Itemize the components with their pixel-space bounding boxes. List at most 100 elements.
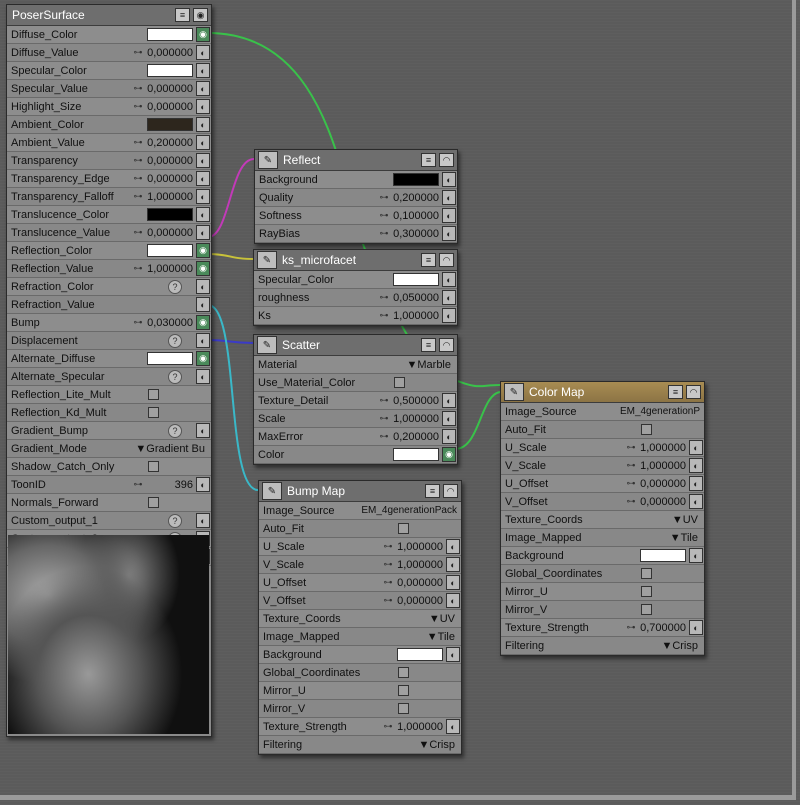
param-value[interactable]: 1,000000 (147, 263, 196, 275)
help-icon[interactable]: ? (168, 279, 182, 294)
param-row-raybias[interactable]: RayBias ⊶ 0,300000 ◐ (255, 225, 457, 243)
input-plug-icon[interactable]: ◐ (196, 369, 210, 384)
color-swatch[interactable] (147, 352, 193, 365)
dropdown[interactable]: ▼UV (672, 514, 704, 526)
param-row-filtering[interactable]: Filtering ▼Crisp (501, 637, 704, 655)
param-row-custom-output-1[interactable]: Custom_output_1? ◐ (7, 512, 211, 530)
param-row-auto-fit[interactable]: Auto_Fit (259, 520, 461, 538)
param-row-bump[interactable]: Bump ⊶ 0,030000 ◉ (7, 314, 211, 332)
param-row-texture-strength[interactable]: Texture_Strength ⊶ 1,000000 ◐ (259, 718, 461, 736)
dropdown[interactable]: ▼Gradient Bu (135, 443, 211, 455)
key-icon[interactable]: ⊶ (129, 173, 147, 184)
key-icon[interactable]: ⊶ (375, 192, 393, 203)
input-plug-icon[interactable]: ◉ (196, 27, 210, 42)
options-icon[interactable]: ≡ (425, 484, 440, 498)
checkbox[interactable] (641, 568, 652, 579)
param-row-mirror-v[interactable]: Mirror_V (501, 601, 704, 619)
input-plug-icon[interactable]: ◐ (196, 423, 210, 438)
input-plug-icon[interactable]: ◐ (442, 172, 456, 187)
param-row-softness[interactable]: Softness ⊶ 0,100000 ◐ (255, 207, 457, 225)
dropdown[interactable]: ▼Marble (406, 359, 457, 371)
collapse-icon[interactable]: ◠ (439, 253, 454, 267)
param-row-specular-value[interactable]: Specular_Value ⊶ 0,000000 ◐ (7, 80, 211, 98)
key-icon[interactable]: ⊶ (375, 431, 393, 442)
param-row-background[interactable]: Background ◐ (255, 171, 457, 189)
input-plug-icon[interactable]: ◐ (689, 620, 703, 635)
dropdown[interactable]: ▼Tile (427, 631, 461, 643)
node-header[interactable]: ✎ ks_microfacet ≡ ◠ (254, 250, 457, 271)
param-row-color[interactable]: Color ◉ (254, 446, 457, 464)
collapse-icon[interactable]: ◠ (439, 153, 454, 167)
param-row-reflection-color[interactable]: Reflection_Color ◉ (7, 242, 211, 260)
color-swatch[interactable] (640, 549, 686, 562)
param-value[interactable]: 0,000000 (147, 47, 196, 59)
key-icon[interactable]: ⊶ (622, 442, 640, 453)
checkbox[interactable] (148, 389, 159, 400)
color-swatch[interactable] (393, 273, 439, 286)
param-row-gradient-mode[interactable]: Gradient_Mode ▼Gradient Bu (7, 440, 211, 458)
color-swatch[interactable] (393, 448, 439, 461)
key-icon[interactable]: ⊶ (129, 137, 147, 148)
param-value[interactable]: 0,000000 (640, 478, 689, 490)
param-value[interactable]: 0,000000 (147, 173, 196, 185)
key-icon[interactable]: ⊶ (129, 101, 147, 112)
input-plug-icon[interactable]: ◐ (196, 135, 210, 150)
input-plug-icon[interactable]: ◐ (196, 81, 210, 96)
dropdown[interactable]: ▼Crisp (661, 640, 704, 652)
param-value[interactable]: 396 (147, 479, 196, 491)
param-value[interactable]: 0,300000 (393, 228, 442, 240)
param-value[interactable]: 0,050000 (393, 292, 442, 304)
key-icon[interactable]: ⊶ (129, 155, 147, 166)
key-icon[interactable]: ⊶ (379, 541, 397, 552)
param-value[interactable]: 1,000000 (397, 541, 446, 553)
input-plug-icon[interactable]: ◐ (446, 647, 460, 662)
input-plug-icon[interactable]: ◉ (196, 261, 210, 276)
key-icon[interactable]: ⊶ (375, 413, 393, 424)
param-value[interactable]: 0,000000 (147, 227, 196, 239)
ks-microfacet-node[interactable]: ✎ ks_microfacet ≡ ◠ Specular_Color ◐ rough… (253, 249, 458, 326)
param-row-background[interactable]: Background ◐ (259, 646, 461, 664)
param-value[interactable]: 0,700000 (640, 622, 689, 634)
param-row-filtering[interactable]: Filtering ▼Crisp (259, 736, 461, 754)
color-map-node[interactable]: ✎ Color Map ≡ ◠ Image_Source EM_4generati… (500, 381, 705, 656)
param-row-maxerror[interactable]: MaxError ⊶ 0,200000 ◐ (254, 428, 457, 446)
input-plug-icon[interactable]: ◐ (442, 190, 456, 205)
key-icon[interactable]: ⊶ (129, 227, 147, 238)
input-plug-icon[interactable]: ◐ (196, 45, 210, 60)
options-icon[interactable]: ≡ (175, 8, 190, 22)
key-icon[interactable]: ⊶ (379, 559, 397, 570)
help-icon[interactable]: ? (168, 333, 182, 348)
param-row-transparency[interactable]: Transparency ⊶ 0,000000 ◐ (7, 152, 211, 170)
param-value[interactable]: 0,200000 (147, 137, 196, 149)
collapse-icon[interactable]: ◠ (443, 484, 458, 498)
param-row-normals-forward[interactable]: Normals_Forward (7, 494, 211, 512)
input-plug-icon[interactable]: ◐ (689, 494, 703, 509)
key-icon[interactable]: ⊶ (375, 395, 393, 406)
input-plug-icon[interactable]: ◐ (689, 458, 703, 473)
param-row-background[interactable]: Background ◐ (501, 547, 704, 565)
checkbox[interactable] (148, 497, 159, 508)
dropdown[interactable]: ▼Tile (670, 532, 704, 544)
node-header[interactable]: ✎ Bump Map ≡ ◠ (259, 481, 461, 502)
node-header[interactable]: PoserSurface ≡ ◉ (7, 5, 211, 26)
param-value[interactable]: 0,500000 (393, 395, 442, 407)
param-row-transparency-falloff[interactable]: Transparency_Falloff ⊶ 1,000000 ◐ (7, 188, 211, 206)
key-icon[interactable]: ⊶ (622, 460, 640, 471)
help-icon[interactable]: ? (168, 513, 182, 528)
param-row-roughness[interactable]: roughness ⊶ 0,050000 ◐ (254, 289, 457, 307)
param-value[interactable]: 0,000000 (640, 496, 689, 508)
input-plug-icon[interactable]: ◐ (196, 189, 210, 204)
param-row-v-offset[interactable]: V_Offset ⊶ 0,000000 ◐ (501, 493, 704, 511)
param-row-mirror-u[interactable]: Mirror_U (259, 682, 461, 700)
input-plug-icon[interactable]: ◐ (196, 63, 210, 78)
param-row-material[interactable]: Material ▼Marble (254, 356, 457, 374)
key-icon[interactable]: ⊶ (375, 210, 393, 221)
key-icon[interactable]: ⊶ (379, 721, 397, 732)
param-row-translucence-value[interactable]: Translucence_Value ⊶ 0,000000 ◐ (7, 224, 211, 242)
input-plug-icon[interactable]: ◐ (196, 171, 210, 186)
bump-map-node[interactable]: ✎ Bump Map ≡ ◠ Image_Source EM_4generatio… (258, 480, 462, 755)
color-swatch[interactable] (147, 64, 193, 77)
color-swatch[interactable] (147, 118, 193, 131)
eye-icon[interactable]: ◉ (193, 8, 208, 22)
param-row-ambient-color[interactable]: Ambient_Color ◐ (7, 116, 211, 134)
